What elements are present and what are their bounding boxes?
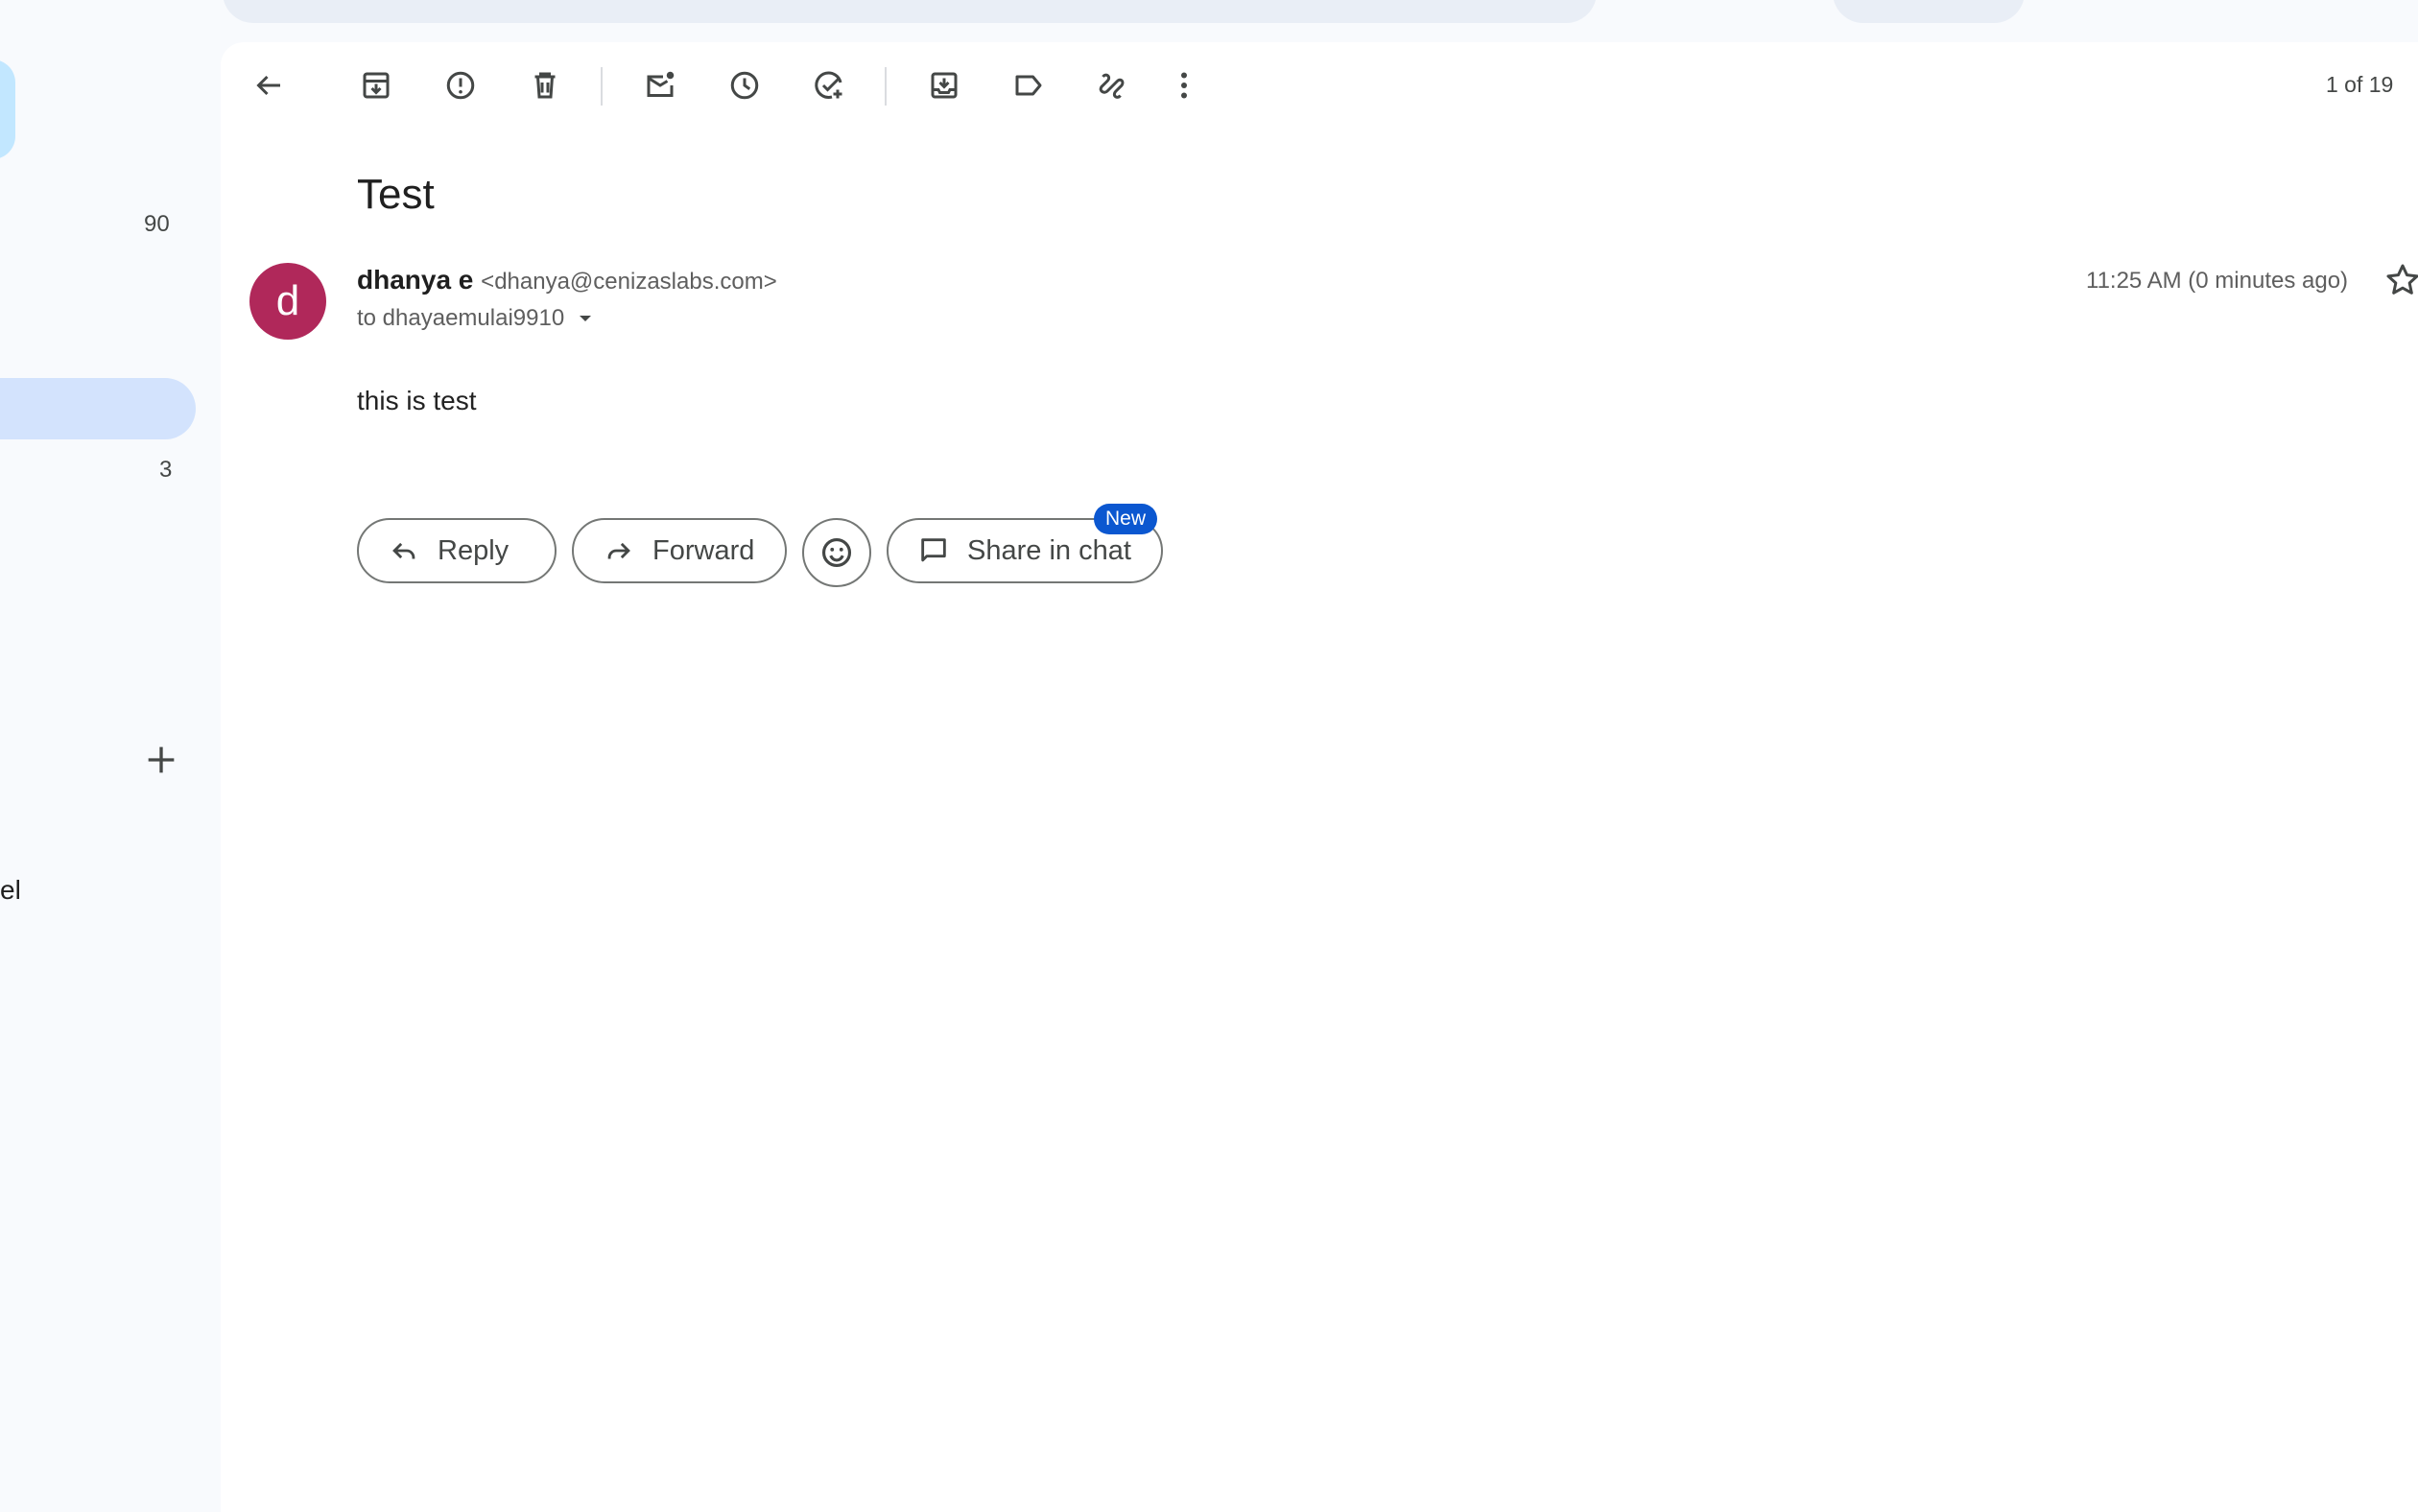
compose-button[interactable]	[0, 59, 15, 159]
sender-name[interactable]: dhanya e	[357, 265, 473, 295]
pager-label: 1 of 19	[2326, 72, 2394, 97]
forward-label: Forward	[652, 534, 755, 566]
clock-icon[interactable]	[723, 64, 766, 106]
reply-icon	[392, 542, 415, 559]
chevron-down-icon[interactable]	[574, 307, 597, 330]
add-label-icon[interactable]	[142, 741, 180, 779]
recipient-label: to dhayaemulai9910	[357, 305, 565, 331]
recipient-line[interactable]: to dhayaemulai9910	[357, 305, 597, 332]
star-icon[interactable]	[2383, 261, 2418, 299]
filter-workflow-icon[interactable]	[1092, 64, 1134, 106]
email-body: this is test	[357, 386, 477, 415]
top-pill-button[interactable]	[1833, 0, 2025, 23]
sidebar-count: 90	[144, 211, 170, 237]
reply-label: Reply	[438, 534, 510, 566]
toolbar-divider	[885, 67, 887, 106]
email-subject: Test	[357, 171, 435, 218]
add-task-icon[interactable]	[808, 64, 850, 106]
sidebar-count: 3	[159, 457, 173, 483]
forward-icon	[607, 542, 630, 559]
emoji-reaction-button[interactable]	[802, 518, 871, 587]
toolbar-divider	[601, 67, 603, 106]
trash-icon[interactable]	[524, 64, 566, 106]
move-to-icon[interactable]	[923, 64, 965, 106]
search-bar[interactable]	[223, 0, 1597, 23]
report-spam-icon[interactable]	[439, 64, 482, 106]
sidebar: 90 3 el	[0, 0, 219, 1512]
avatar[interactable]: d	[249, 263, 326, 340]
message-time: 11:25 AM (0 minutes ago)	[2086, 268, 2349, 294]
arrow-left-icon[interactable]	[248, 64, 290, 106]
emoji-icon	[821, 537, 852, 568]
share-in-chat-label: Share in chat	[967, 534, 1131, 566]
forward-button[interactable]: Forward	[572, 518, 787, 583]
reply-button[interactable]: Reply	[357, 518, 557, 583]
sender-line: dhanya e <dhanya@cenizaslabs.com>	[357, 265, 777, 295]
chat-icon	[921, 538, 946, 562]
sender-email: <dhanya@cenizaslabs.com>	[481, 269, 777, 295]
more-vert-icon[interactable]	[1163, 64, 1205, 106]
archive-icon[interactable]	[355, 64, 397, 106]
mark-unread-icon[interactable]	[639, 64, 681, 106]
sidebar-label-partial[interactable]: el	[0, 875, 21, 906]
message-pane	[221, 42, 2418, 1512]
sidebar-item-active[interactable]	[0, 378, 196, 439]
label-icon[interactable]	[1008, 64, 1050, 106]
new-badge: New	[1094, 504, 1158, 534]
